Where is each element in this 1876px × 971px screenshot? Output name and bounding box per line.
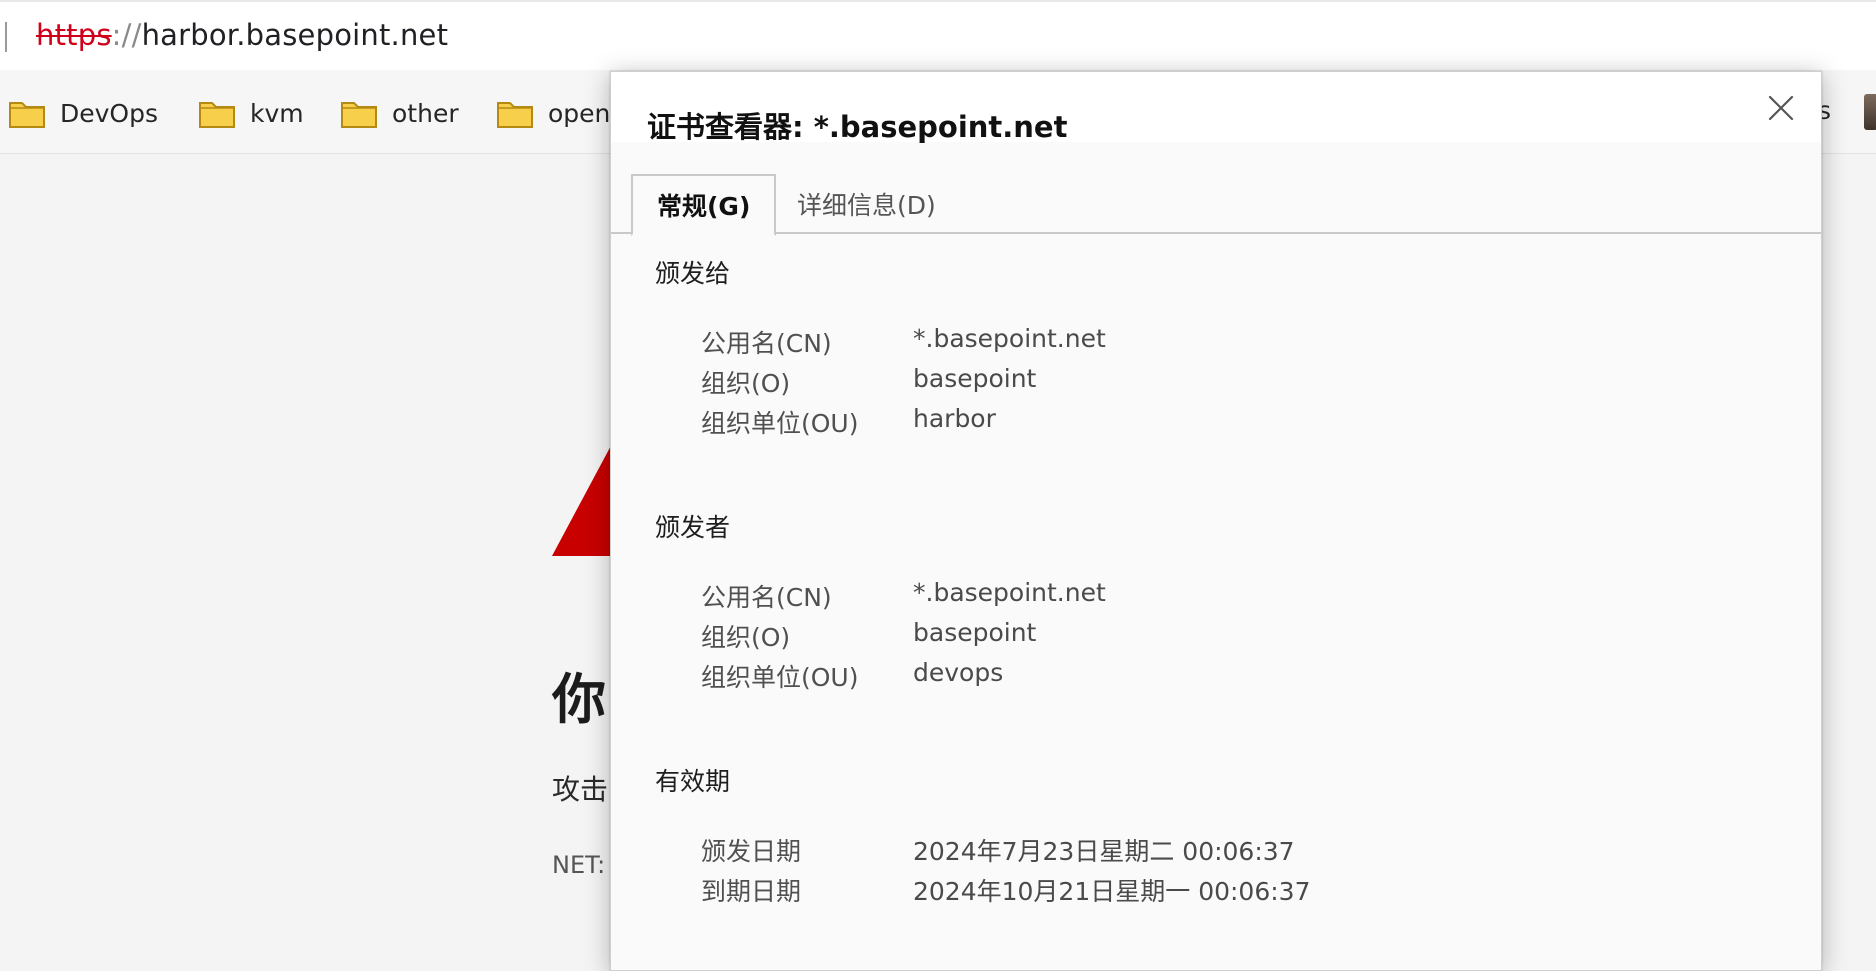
folder-icon — [199, 102, 235, 128]
field-label: 组织单位(OU) — [701, 409, 859, 438]
folder-icon — [497, 102, 533, 128]
field-label: 到期日期 — [701, 877, 802, 906]
field-value: 2024年10月21日星期一 00:06:37 — [913, 877, 1311, 906]
toolbar-divider — [5, 22, 7, 52]
dialog-header: 证书查看器: *.basepoint.net — [611, 72, 1821, 144]
error-page-text: 攻击 — [552, 773, 609, 806]
address-bar[interactable]: https://harbor.basepoint.net — [0, 0, 1876, 70]
section-issued-by: 颁发者 — [655, 513, 731, 542]
field-value: 2024年7月23日星期二 00:06:37 — [913, 837, 1295, 866]
bookmark-folder-kvm[interactable]: kvm — [198, 96, 304, 130]
field-label: 组织(O) — [701, 623, 791, 652]
dialog-title: 证书查看器: *.basepoint.net — [647, 110, 1068, 144]
warning-triangle-icon — [552, 440, 614, 556]
bookmark-label: other — [392, 98, 459, 128]
error-code: NET: — [552, 851, 606, 879]
field-label: 公用名(CN) — [701, 583, 832, 612]
bookmark-label: DevOps — [60, 98, 158, 128]
url-host: harbor.basepoint.net — [141, 18, 449, 52]
field-label: 公用名(CN) — [701, 329, 832, 358]
field-label: 组织单位(OU) — [701, 663, 859, 692]
close-icon — [1768, 95, 1794, 121]
bookmark-folder-open[interactable]: open — [496, 96, 610, 130]
folder-icon — [9, 102, 45, 128]
certificate-viewer-dialog: 证书查看器: *.basepoint.net 常规(G) 详细信息(D) 颁发给… — [610, 71, 1822, 971]
url-separator: :// — [111, 18, 142, 52]
dialog-tabs: 常规(G) 详细信息(D) — [611, 174, 1821, 236]
section-issued-to: 颁发给 — [655, 259, 731, 288]
field-value: *.basepoint.net — [913, 324, 1106, 353]
section-validity: 有效期 — [655, 767, 731, 796]
bookmark-label: open — [548, 98, 611, 128]
url-field[interactable]: https://harbor.basepoint.net — [36, 18, 448, 52]
tab-general[interactable]: 常规(G) — [631, 174, 777, 236]
field-label: 颁发日期 — [701, 837, 802, 866]
folder-icon — [341, 102, 377, 128]
close-button[interactable] — [1761, 88, 1801, 128]
url-scheme-insecure: https — [36, 18, 112, 52]
field-value: devops — [913, 658, 1004, 687]
error-page-title: 你 — [552, 668, 606, 731]
bookmark-folder-devops[interactable]: DevOps — [8, 96, 158, 130]
avatar[interactable] — [1864, 94, 1876, 130]
field-value: basepoint — [913, 618, 1037, 647]
field-value: harbor — [913, 404, 996, 433]
tab-details[interactable]: 详细信息(D) — [773, 174, 960, 234]
bookmark-folder-other[interactable]: other — [340, 96, 459, 130]
field-label: 组织(O) — [701, 369, 791, 398]
field-value: basepoint — [913, 364, 1037, 393]
field-value: *.basepoint.net — [913, 578, 1106, 607]
bookmark-label: kvm — [250, 98, 304, 128]
